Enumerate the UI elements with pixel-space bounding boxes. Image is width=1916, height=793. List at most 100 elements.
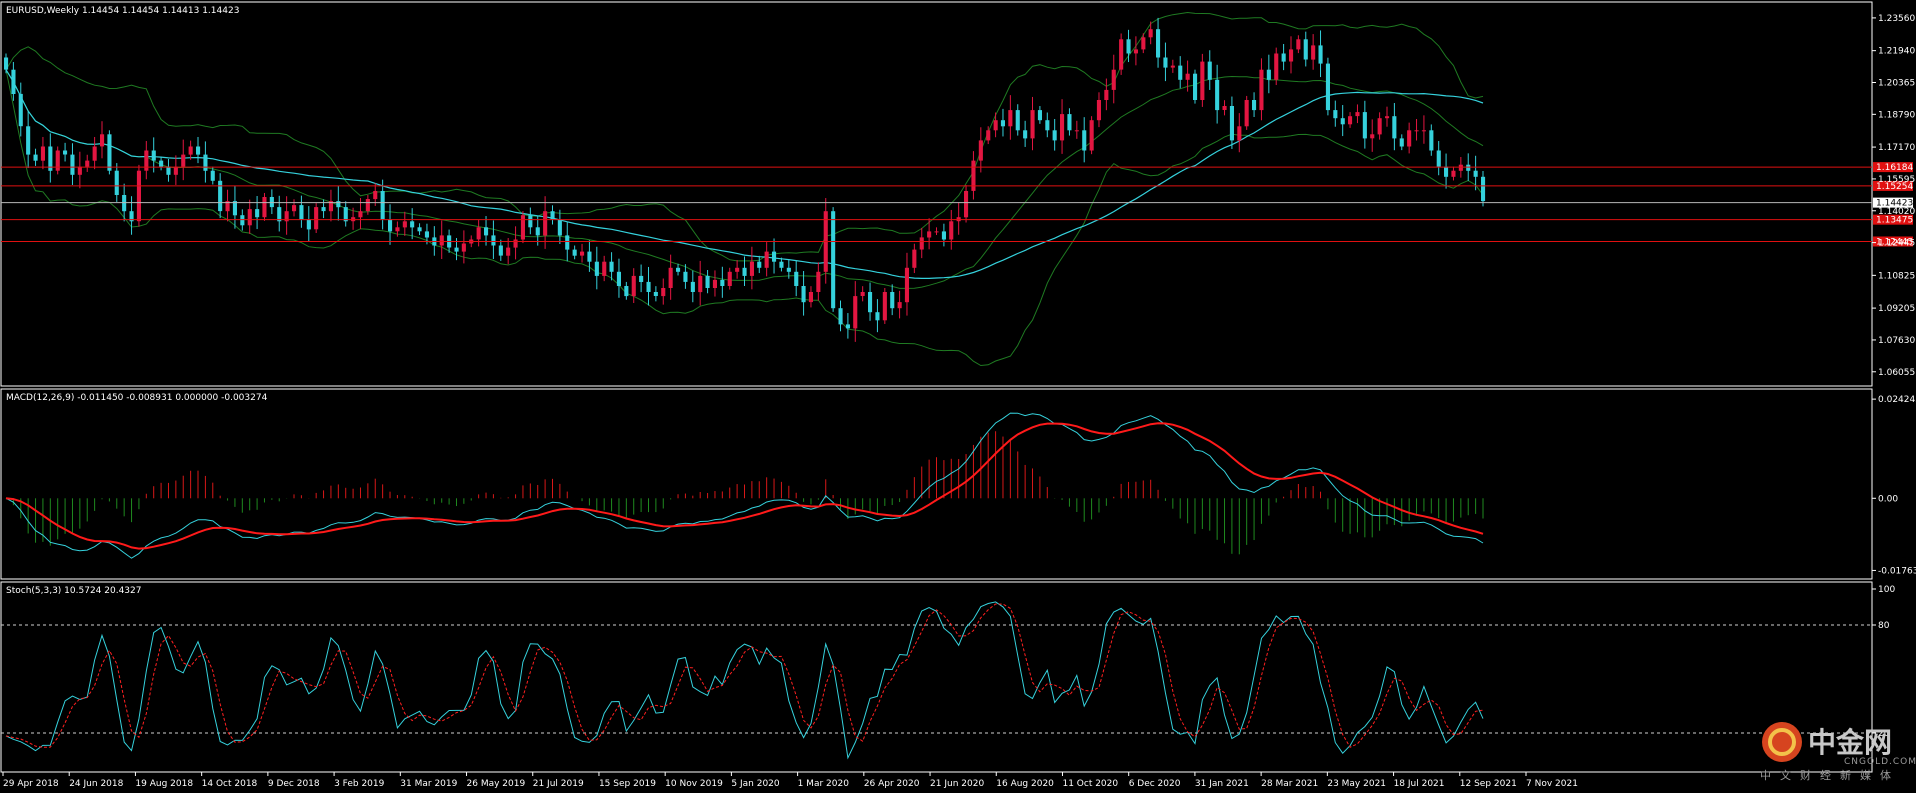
- candle: [890, 292, 895, 309]
- candle: [454, 247, 459, 252]
- mt4-chart[interactable]: 1.161841.152541.134751.124451.14423 1.23…: [0, 0, 1916, 793]
- candle: [484, 227, 489, 236]
- date-tick-label: 21 Jul 2019: [533, 779, 584, 789]
- candle: [1333, 110, 1338, 119]
- candle: [934, 231, 939, 233]
- candle: [779, 261, 784, 268]
- candle: [1421, 130, 1426, 132]
- candle: [210, 170, 215, 181]
- date-tick-label: 1 Mar 2020: [798, 779, 850, 789]
- candle: [255, 209, 260, 218]
- candle: [1193, 73, 1198, 100]
- candle: [1399, 138, 1404, 147]
- candle: [860, 292, 865, 296]
- candle: [1355, 112, 1360, 117]
- candle: [1030, 110, 1035, 139]
- level-label: 1.16184: [1876, 163, 1913, 173]
- price-tick-label: 1.12445: [1878, 239, 1915, 249]
- candle: [498, 245, 503, 256]
- candle: [1104, 89, 1109, 100]
- candle: [269, 197, 274, 208]
- date-tick-label: 19 Aug 2018: [135, 779, 193, 789]
- date-tick-label: 9 Dec 2018: [268, 779, 320, 789]
- candle: [712, 279, 717, 288]
- price-tick-label: 1.15595: [1878, 175, 1915, 185]
- candle: [114, 170, 119, 195]
- candle: [1089, 120, 1094, 151]
- candle: [808, 292, 813, 303]
- candle: [136, 170, 141, 222]
- candle: [683, 271, 688, 282]
- price-tick-label: 1.18790: [1878, 110, 1915, 120]
- stoch-tick-label: 80: [1878, 621, 1890, 631]
- candle: [1023, 130, 1028, 139]
- date-tick-label: 28 Mar 2021: [1261, 779, 1318, 789]
- price-tick-label: 1.20365: [1878, 78, 1915, 88]
- candle: [159, 160, 164, 167]
- candle: [1119, 39, 1124, 70]
- candle: [1148, 29, 1153, 38]
- candle: [11, 69, 16, 94]
- candle: [1170, 65, 1175, 68]
- stoch-title: Stoch(5,3,3) 10.5724 20.4327: [6, 586, 141, 596]
- date-tick-label: 15 Sep 2019: [599, 779, 656, 789]
- candle: [218, 180, 223, 212]
- candle: [1096, 100, 1101, 121]
- candle: [107, 134, 112, 171]
- candle: [550, 211, 555, 220]
- candle: [151, 150, 156, 161]
- candle: [1141, 37, 1146, 50]
- candle: [299, 205, 304, 220]
- date-tick-label: 29 Apr 2018: [3, 779, 59, 789]
- candle: [993, 120, 998, 131]
- candle: [646, 281, 651, 292]
- candle: [520, 215, 525, 240]
- logo-brand-en: CNGOLD.COM.CN: [1844, 757, 1916, 767]
- candle: [705, 275, 710, 288]
- candle: [735, 267, 740, 272]
- date-tick-label: 31 Jan 2021: [1195, 779, 1249, 789]
- candle: [166, 166, 171, 175]
- date-tick-label: 16 Aug 2020: [996, 779, 1054, 789]
- candle: [535, 227, 540, 236]
- candle: [1318, 45, 1323, 64]
- candle: [1451, 170, 1456, 177]
- price-tick-label: 1.10825: [1878, 271, 1915, 281]
- candle: [173, 166, 178, 175]
- date-tick-label: 6 Dec 2020: [1129, 779, 1181, 789]
- price-tick-label: 1.07630: [1878, 336, 1915, 346]
- candle: [941, 231, 946, 240]
- candle: [1311, 45, 1316, 60]
- candle: [40, 146, 45, 161]
- candle: [232, 201, 237, 216]
- candle: [1340, 118, 1345, 125]
- candle: [557, 219, 562, 236]
- candle: [1067, 114, 1072, 131]
- candle: [653, 292, 658, 296]
- candle: [55, 150, 60, 171]
- candle: [402, 221, 407, 228]
- candle: [417, 227, 422, 232]
- candle: [1133, 49, 1138, 54]
- candle: [491, 235, 496, 246]
- candle: [513, 239, 518, 248]
- candle: [1466, 164, 1471, 171]
- candle: [77, 166, 82, 175]
- candle: [1274, 53, 1279, 80]
- candle: [1252, 100, 1257, 111]
- candle: [927, 231, 932, 238]
- candle: [727, 271, 732, 286]
- date-tick-label: 11 Oct 2020: [1062, 779, 1118, 789]
- candle: [240, 215, 245, 226]
- price-tick-label: 1.14020: [1878, 207, 1915, 217]
- date-tick-label: 3 Feb 2019: [334, 779, 385, 789]
- candle: [897, 302, 902, 309]
- candle: [986, 130, 991, 141]
- candle: [1163, 57, 1168, 68]
- candle: [1229, 106, 1234, 141]
- candle: [868, 292, 873, 313]
- candle: [1215, 79, 1220, 111]
- candle: [1000, 120, 1005, 127]
- candle: [26, 126, 31, 155]
- candle: [292, 205, 297, 212]
